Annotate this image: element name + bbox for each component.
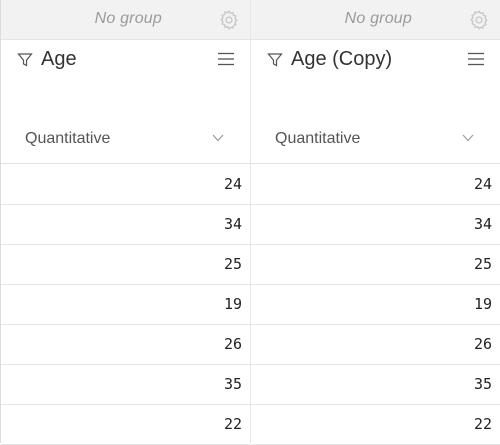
gear-icon[interactable] bbox=[468, 9, 490, 31]
table-row[interactable]: 25 bbox=[251, 245, 500, 285]
filter-icon[interactable] bbox=[17, 52, 33, 68]
chevron-down-icon[interactable] bbox=[462, 134, 474, 142]
table-row[interactable]: 19 bbox=[251, 285, 500, 325]
table-row[interactable]: 34 bbox=[1, 205, 250, 245]
table-row[interactable]: 25 bbox=[1, 245, 250, 285]
cell-value: 26 bbox=[223, 335, 242, 353]
table-row[interactable]: 26 bbox=[251, 325, 500, 365]
table-row[interactable]: 35 bbox=[1, 365, 250, 405]
cell-value: 22 bbox=[223, 415, 242, 433]
table-row[interactable]: 35 bbox=[251, 365, 500, 405]
column-header: Age Quantitative bbox=[1, 40, 250, 164]
menu-icon[interactable] bbox=[468, 52, 484, 66]
cell-value: 24 bbox=[473, 175, 492, 193]
chevron-down-icon[interactable] bbox=[212, 134, 224, 142]
table-row[interactable]: 26 bbox=[1, 325, 250, 365]
column-age-copy: No group Age (Copy) Quantitative 24 34 2… bbox=[250, 0, 500, 445]
column-cells: 24 34 25 19 26 35 22 bbox=[251, 165, 500, 445]
cell-value: 22 bbox=[473, 415, 492, 433]
cell-value: 26 bbox=[473, 335, 492, 353]
cell-value: 34 bbox=[473, 215, 492, 233]
table-row[interactable]: 24 bbox=[251, 165, 500, 205]
cell-value: 19 bbox=[223, 295, 242, 313]
filter-icon[interactable] bbox=[267, 52, 283, 68]
type-select[interactable]: Quantitative bbox=[275, 130, 360, 148]
type-select[interactable]: Quantitative bbox=[25, 130, 110, 148]
table-row[interactable]: 22 bbox=[251, 405, 500, 445]
cell-value: 25 bbox=[473, 255, 492, 273]
data-grid: No group Age Quantitative 24 34 25 19 26… bbox=[0, 0, 500, 445]
group-label: No group bbox=[344, 10, 412, 27]
group-bar[interactable]: No group bbox=[251, 0, 500, 40]
cell-value: 35 bbox=[473, 375, 492, 393]
column-title[interactable]: Age bbox=[41, 48, 77, 71]
column-header: Age (Copy) Quantitative bbox=[251, 40, 500, 164]
cell-value: 34 bbox=[223, 215, 242, 233]
menu-icon[interactable] bbox=[218, 52, 234, 66]
table-row[interactable]: 19 bbox=[1, 285, 250, 325]
cell-value: 35 bbox=[223, 375, 242, 393]
cell-value: 19 bbox=[473, 295, 492, 313]
table-row[interactable]: 34 bbox=[251, 205, 500, 245]
table-row[interactable]: 22 bbox=[1, 405, 250, 445]
cell-value: 24 bbox=[223, 175, 242, 193]
group-label: No group bbox=[94, 10, 162, 27]
column-title[interactable]: Age (Copy) bbox=[291, 48, 392, 71]
column-age: No group Age Quantitative 24 34 25 19 26… bbox=[0, 0, 250, 445]
group-bar[interactable]: No group bbox=[1, 0, 250, 40]
gear-icon[interactable] bbox=[218, 9, 240, 31]
column-cells: 24 34 25 19 26 35 22 bbox=[1, 165, 250, 445]
cell-value: 25 bbox=[223, 255, 242, 273]
table-row[interactable]: 24 bbox=[1, 165, 250, 205]
